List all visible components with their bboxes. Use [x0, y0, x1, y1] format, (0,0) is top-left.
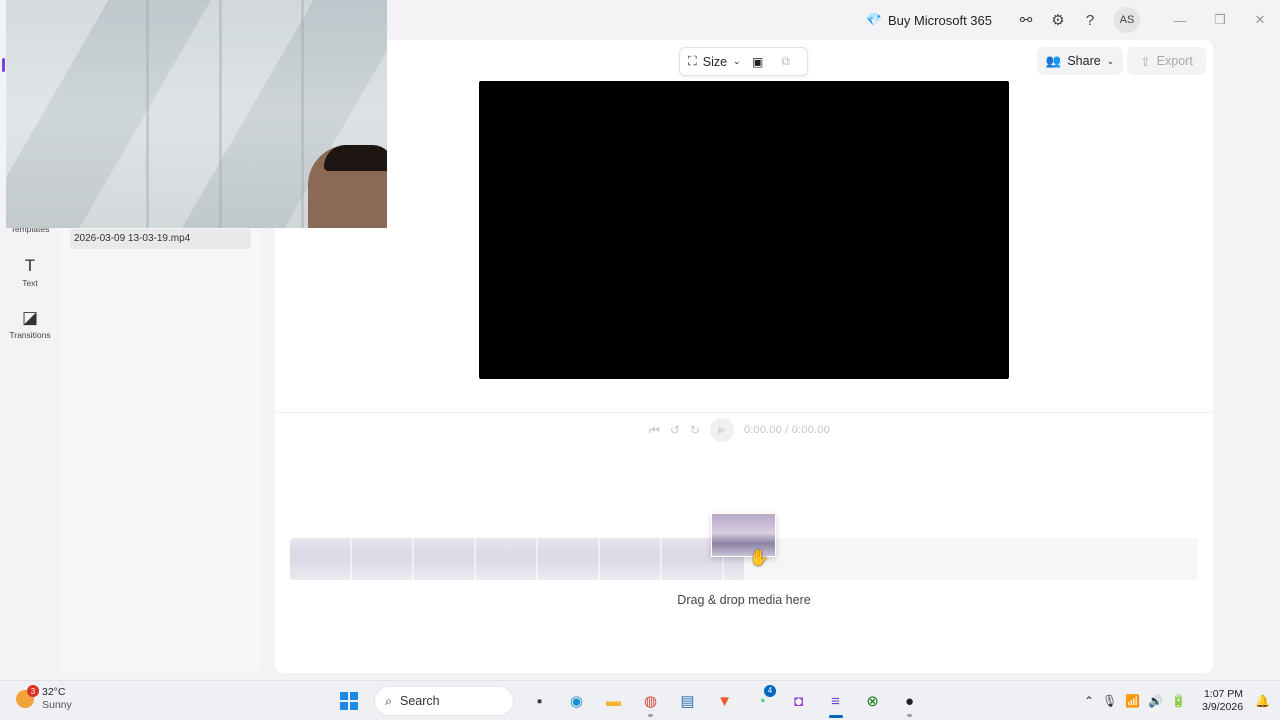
buy-microsoft-365-label: Buy Microsoft 365: [887, 12, 992, 28]
search-label: Search: [400, 694, 440, 708]
diamond-icon: 💎: [865, 12, 882, 27]
background-remover-icon[interactable]: ▣: [747, 51, 769, 73]
edge-icon[interactable]: ◉: [561, 686, 592, 717]
weather-widget[interactable]: 3 32°C Sunny: [16, 685, 72, 712]
taskbar: 3 32°C Sunny ⌕ Search ▪ ◉ ▬ ◍ ▤ ▼ ◔ 4 ◘ …: [0, 680, 1280, 720]
rail-item-transitions[interactable]: ◪ Transitions: [0, 308, 60, 340]
drop-hint: Drag & drop media here: [677, 593, 811, 607]
share-label: Share: [1067, 54, 1101, 68]
curtain-fold: [219, 0, 222, 228]
forward-5-icon[interactable]: ↻: [690, 423, 700, 437]
buy-microsoft-365-button[interactable]: 💎 Buy Microsoft 365: [866, 12, 992, 28]
windows-icon: [339, 692, 358, 710]
canvas-toolbar: ⛶ Size ⌄ ▣ ⧉: [679, 47, 808, 76]
store-icon[interactable]: ▤: [672, 686, 703, 717]
timeline-clip-ghost: [290, 538, 744, 580]
curtain-fold: [146, 0, 149, 228]
close-icon[interactable]: ✕: [1240, 0, 1280, 40]
avatar[interactable]: AS: [1114, 7, 1140, 33]
rail-active-indicator: [2, 58, 5, 72]
brave-icon[interactable]: ▼: [709, 686, 740, 717]
gear-icon[interactable]: ⚙: [1042, 4, 1074, 36]
taskbar-apps: ⌕ Search ▪ ◉ ▬ ◍ ▤ ▼ ◔ 4 ◘ ≡ ⊗ ●: [333, 684, 925, 718]
podcasts-icon[interactable]: ◘: [783, 686, 814, 717]
play-button[interactable]: ▶: [709, 418, 734, 442]
obs-icon[interactable]: ●: [894, 686, 925, 717]
weather-desc: Sunny: [42, 699, 72, 711]
weather-temp: 32°C: [42, 686, 66, 698]
people-icon: 👥: [1045, 53, 1062, 68]
system-tray: ⌃ 🎙 📶 🔊 🔋 1:07 PM 3/9/2026 🔔: [1084, 681, 1270, 720]
chrome-icon[interactable]: ◍: [635, 686, 666, 717]
xbox-icon[interactable]: ⊗: [857, 686, 888, 717]
volume-icon[interactable]: 🔊: [1148, 694, 1163, 708]
replace-media-icon[interactable]: ⧉: [775, 51, 797, 73]
task-view-icon[interactable]: ▪: [524, 686, 555, 717]
notification-icon[interactable]: 🔔: [1255, 694, 1270, 708]
person-hair: [324, 145, 387, 171]
upload-icon: ⇧: [1140, 54, 1151, 69]
chevron-up-icon[interactable]: ⌃: [1084, 694, 1094, 708]
skip-to-start-icon[interactable]: ⏮: [649, 423, 660, 438]
clock-time: 1:07 PM: [1203, 688, 1244, 700]
taskbar-search[interactable]: ⌕ Search: [374, 686, 514, 716]
maximize-icon[interactable]: ❐: [1200, 0, 1240, 40]
drag-hand-cursor-icon: ✋: [749, 550, 769, 567]
file-explorer-icon[interactable]: ▬: [598, 686, 629, 717]
chevron-down-icon: ⌄: [733, 56, 741, 66]
start-button[interactable]: [333, 686, 364, 717]
webcam-overlay: [6, 0, 387, 228]
playback-controls: ⏮ ↺ ↻ ▶ 0:00.00 / 0:00.00: [649, 417, 830, 443]
sun-icon: 3: [16, 685, 39, 708]
weather-badge: 3: [27, 685, 39, 697]
battery-icon[interactable]: 🔋: [1171, 694, 1186, 708]
timecode: 0:00.00 / 0:00.00: [743, 424, 830, 436]
share-button[interactable]: 👥 Share ⌄: [1037, 47, 1123, 75]
chevron-down-icon: ⌄: [1106, 55, 1115, 66]
rail-item-label: Text: [22, 278, 38, 288]
clipchamp-icon[interactable]: ≡: [820, 686, 851, 718]
media-file-item[interactable]: 2026-03-09 13-03-19.mp4: [70, 229, 251, 249]
microphone-icon[interactable]: 🎙: [1102, 694, 1117, 708]
divider: [275, 412, 1213, 413]
search-icon: ⌕: [385, 693, 393, 708]
curtain-fold: [301, 0, 304, 228]
minimize-icon[interactable]: —: [1160, 0, 1200, 40]
rail-item-label: Transitions: [9, 330, 51, 340]
clock[interactable]: 1:07 PM 3/9/2026: [1202, 688, 1243, 714]
export-button[interactable]: ⇧ Export: [1127, 47, 1206, 75]
size-button[interactable]: ⛶ Size ⌄: [688, 54, 741, 69]
text-icon: T: [24, 256, 36, 275]
rewind-5-icon[interactable]: ↺: [670, 423, 680, 437]
transitions-icon: ◪: [21, 308, 39, 327]
video-preview[interactable]: [479, 81, 1009, 379]
export-label: Export: [1156, 54, 1193, 68]
rail-item-text[interactable]: T Text: [0, 256, 60, 288]
clock-date: 3/9/2026: [1202, 701, 1244, 713]
size-label: Size: [702, 54, 728, 69]
resize-icon: ⛶: [688, 54, 697, 68]
whatsapp-badge: 4: [764, 684, 776, 697]
whatsapp-icon[interactable]: ◔ 4: [746, 684, 777, 717]
editor-stage: ⛶ Size ⌄ ▣ ⧉ 👥 Share ⌄ ⇧ Export ⏮ ↺ ↻ ▶ …: [275, 40, 1213, 673]
help-icon[interactable]: ?: [1074, 4, 1106, 36]
wifi-icon[interactable]: 📶: [1125, 694, 1140, 708]
share-link-icon[interactable]: ⚯: [1010, 4, 1042, 36]
